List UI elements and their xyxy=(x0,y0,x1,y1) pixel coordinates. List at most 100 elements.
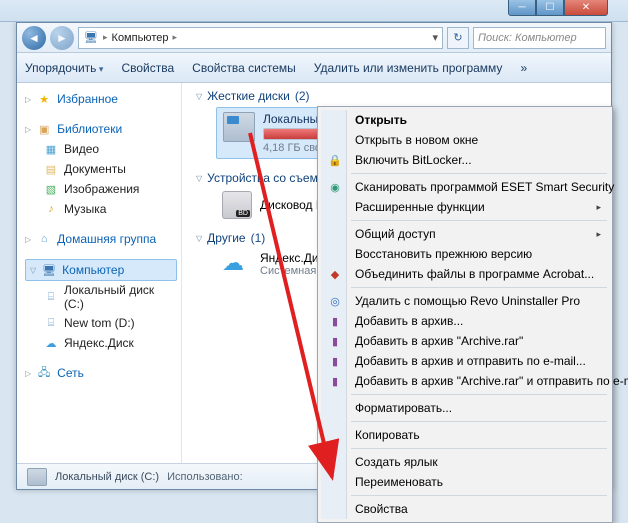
context-menu-item[interactable]: Создать ярлык xyxy=(321,452,609,472)
context-menu-item[interactable]: ◎ Удалить с помощью Revo Uninstaller Pro xyxy=(321,291,609,311)
context-menu-item[interactable]: Открыть xyxy=(321,110,609,130)
context-menu-item[interactable]: ◉Сканировать программой ESET Smart Secur… xyxy=(321,177,609,197)
collapse-icon: ▽ xyxy=(196,234,202,243)
rar-icon: ▮ xyxy=(327,373,343,389)
context-menu-item[interactable]: Копировать xyxy=(321,425,609,445)
drive-icon: ⌸ xyxy=(43,289,59,305)
collapse-icon: ▽ xyxy=(196,92,202,101)
context-menu-label: Удалить с помощью Revo Uninstaller Pro xyxy=(355,294,580,308)
drive-icon: ⌸ xyxy=(43,315,59,331)
collapse-icon: ▷ xyxy=(25,369,31,378)
uninstall-program-button[interactable]: Удалить или изменить программу xyxy=(314,61,503,75)
sidebar-item-local-disk-c[interactable]: ⌸Локальный диск (C:) xyxy=(25,281,177,313)
section-hard-drives[interactable]: ▽ Жесткие диски (2) xyxy=(182,83,611,105)
context-menu-item[interactable]: ▮Добавить в архив и отправить по e-mail.… xyxy=(321,351,609,371)
network-group[interactable]: ▷ 🖧 Сеть xyxy=(25,363,177,383)
context-menu-label: Добавить в архив "Archive.rar" и отправи… xyxy=(355,374,628,388)
context-menu-item[interactable]: ▮Добавить в архив... xyxy=(321,311,609,331)
minimize-button[interactable]: ─ xyxy=(508,0,536,16)
address-bar: ◄ ► 🖥 ▸ Компьютер ▸ ▾ ↻ Поиск: Компьютер xyxy=(17,23,611,53)
computer-icon: 🖥 xyxy=(83,30,99,46)
context-menu-item[interactable]: Свойства xyxy=(321,499,609,519)
context-menu-separator xyxy=(351,173,607,174)
back-button[interactable]: ◄ xyxy=(22,26,46,50)
network-icon: 🖧 xyxy=(36,365,52,381)
context-menu: Открыть Открыть в новом окне 🔒 Включить Bit… xyxy=(317,106,613,523)
context-menu-label: Открыть xyxy=(355,113,407,127)
context-menu-item[interactable]: Расширенные функции xyxy=(321,197,609,217)
path-dropdown-icon[interactable]: ▾ xyxy=(432,31,438,44)
organize-menu[interactable]: Упорядочить xyxy=(25,61,103,75)
computer-group[interactable]: ▽ 🖥 Компьютер xyxy=(25,259,177,281)
context-menu-label: Копировать xyxy=(355,428,420,442)
context-menu-item[interactable]: ▮Добавить в архив "Archive.rar" и отправ… xyxy=(321,371,609,391)
context-menu-item[interactable]: Переименовать xyxy=(321,472,609,492)
properties-button[interactable]: Свойства xyxy=(121,61,174,75)
context-menu-item[interactable]: ◆Объединить файлы в программе Acrobat... xyxy=(321,264,609,284)
overflow-button[interactable]: » xyxy=(520,61,527,75)
breadcrumb[interactable]: 🖥 ▸ Компьютер ▸ ▾ xyxy=(78,27,443,49)
system-properties-button[interactable]: Свойства системы xyxy=(192,61,296,75)
collapse-icon: ▽ xyxy=(196,174,202,183)
sidebar-item-yandex-disk[interactable]: ☁Яндекс.Диск xyxy=(25,333,177,353)
context-menu-label: Свойства xyxy=(355,502,408,516)
context-menu-label: Расширенные функции xyxy=(355,200,485,214)
context-menu-separator xyxy=(351,421,607,422)
command-bar: Упорядочить Свойства Свойства системы Уд… xyxy=(17,53,611,83)
forward-button[interactable]: ► xyxy=(50,26,74,50)
bdrom-icon xyxy=(222,191,252,219)
sidebar-item-documents[interactable]: ▤Документы xyxy=(25,159,177,179)
sidebar-item-music[interactable]: ♪Музыка xyxy=(25,199,177,219)
maximize-button[interactable]: ☐ xyxy=(536,0,564,16)
sidebar-item-videos[interactable]: ▦Видео xyxy=(25,139,177,159)
acrobat-icon: ◆ xyxy=(327,266,343,282)
cloud-icon: ☁ xyxy=(222,252,252,276)
context-menu-separator xyxy=(351,394,607,395)
document-icon: ▤ xyxy=(43,161,59,177)
cloud-icon: ☁ xyxy=(43,335,59,351)
context-menu-separator xyxy=(351,287,607,288)
collapse-icon: ▷ xyxy=(25,125,31,134)
navigation-pane: ▷ ★ Избранное ▷ ▣ Библиотеки ▦Видео ▤Док… xyxy=(17,83,182,463)
favorites-group[interactable]: ▷ ★ Избранное xyxy=(25,89,177,109)
refresh-button[interactable]: ↻ xyxy=(447,27,469,49)
close-button[interactable]: ✕ xyxy=(564,0,608,16)
image-icon: ▧ xyxy=(43,181,59,197)
context-menu-separator xyxy=(351,220,607,221)
context-menu-separator xyxy=(351,495,607,496)
context-menu-item[interactable]: Восстановить прежнюю версию xyxy=(321,244,609,264)
context-menu-item[interactable]: ▮ Добавить в архив "Archive.rar" xyxy=(321,331,609,351)
status-drive-name: Локальный диск (C:) xyxy=(55,471,159,483)
context-menu-item[interactable]: Форматировать... xyxy=(321,398,609,418)
context-menu-label: Переименовать xyxy=(355,475,443,489)
context-menu-label: Добавить в архив и отправить по e-mail..… xyxy=(355,354,586,368)
context-menu-label: Добавить в архив "Archive.rar" xyxy=(355,334,523,348)
breadcrumb-segment[interactable]: Компьютер xyxy=(112,32,169,44)
search-placeholder: Поиск: Компьютер xyxy=(478,32,577,44)
homegroup-group[interactable]: ▷ ⌂ Домашняя группа xyxy=(25,229,177,249)
music-icon: ♪ xyxy=(43,201,59,217)
drive-icon xyxy=(27,468,47,486)
chevron-right-icon: ▸ xyxy=(103,32,108,43)
context-menu-label: Общий доступ xyxy=(355,227,436,241)
star-icon: ★ xyxy=(36,91,52,107)
chevron-right-icon: ▸ xyxy=(172,32,177,43)
context-menu-label: Включить BitLocker... xyxy=(355,153,472,167)
sidebar-item-drive-d[interactable]: ⌸New tom (D:) xyxy=(25,313,177,333)
context-menu-item[interactable]: Общий доступ xyxy=(321,224,609,244)
bitlocker-icon: 🔒 xyxy=(327,152,343,168)
rar-icon: ▮ xyxy=(327,333,343,349)
collapse-icon: ▷ xyxy=(25,95,31,104)
context-menu-item[interactable]: Открыть в новом окне xyxy=(321,130,609,150)
context-menu-label: Восстановить прежнюю версию xyxy=(355,247,532,261)
context-menu-item[interactable]: 🔒 Включить BitLocker... xyxy=(321,150,609,170)
search-input[interactable]: Поиск: Компьютер xyxy=(473,27,606,49)
collapse-icon: ▷ xyxy=(25,235,31,244)
drive-icon xyxy=(223,112,255,142)
revo-icon: ◎ xyxy=(327,293,343,309)
libraries-icon: ▣ xyxy=(36,121,52,137)
context-menu-label: Добавить в архив... xyxy=(355,314,463,328)
sidebar-item-pictures[interactable]: ▧Изображения xyxy=(25,179,177,199)
libraries-group[interactable]: ▷ ▣ Библиотеки xyxy=(25,119,177,139)
context-menu-separator xyxy=(351,448,607,449)
